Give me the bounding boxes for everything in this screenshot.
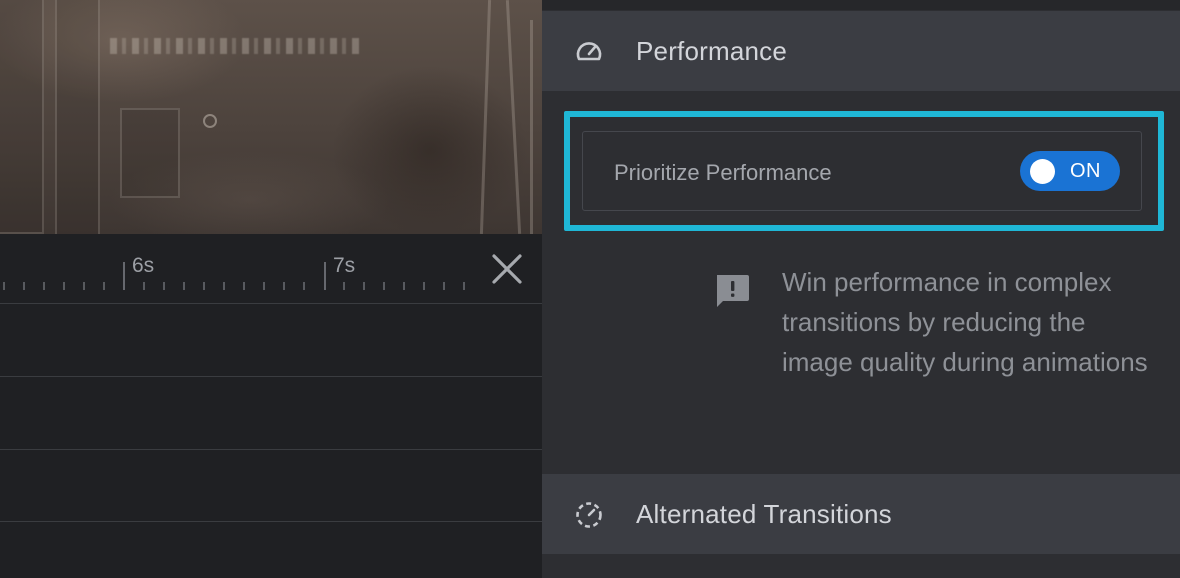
speedometer-icon [576, 42, 602, 61]
performance-section-header[interactable]: Performance [542, 11, 1180, 91]
toggle-state-label: ON [1070, 160, 1101, 182]
toggle-knob [1030, 159, 1055, 184]
ruler-label-6s: 6s [132, 254, 155, 277]
ruler-label-7s: 7s [333, 254, 356, 277]
prioritize-performance-toggle[interactable]: ON [1020, 151, 1120, 191]
timeline-track[interactable] [0, 378, 542, 450]
alternated-transitions-section-header[interactable]: Alternated Transitions [542, 474, 1180, 554]
alternated-transitions-title: Alternated Transitions [636, 498, 892, 529]
close-timeline-button[interactable] [490, 252, 524, 286]
prioritize-performance-row: Prioritize Performance ON [582, 131, 1142, 211]
timeline-ruler[interactable] [0, 234, 542, 304]
alert-message-icon [717, 275, 749, 307]
timeline-track[interactable] [0, 450, 542, 522]
performance-info-text: Win performance in complex transitions b… [782, 267, 1148, 377]
timeline-track[interactable] [0, 522, 542, 578]
close-icon [492, 254, 522, 284]
timeline-track[interactable] [0, 305, 542, 377]
prioritize-performance-label: Prioritize Performance [614, 160, 832, 185]
performance-section-title: Performance [636, 35, 788, 66]
dashed-timer-icon [576, 502, 602, 528]
slide-preview-image [0, 0, 542, 234]
panel-top-edge [542, 0, 1180, 10]
editor-area: 6s 7s [0, 0, 542, 578]
